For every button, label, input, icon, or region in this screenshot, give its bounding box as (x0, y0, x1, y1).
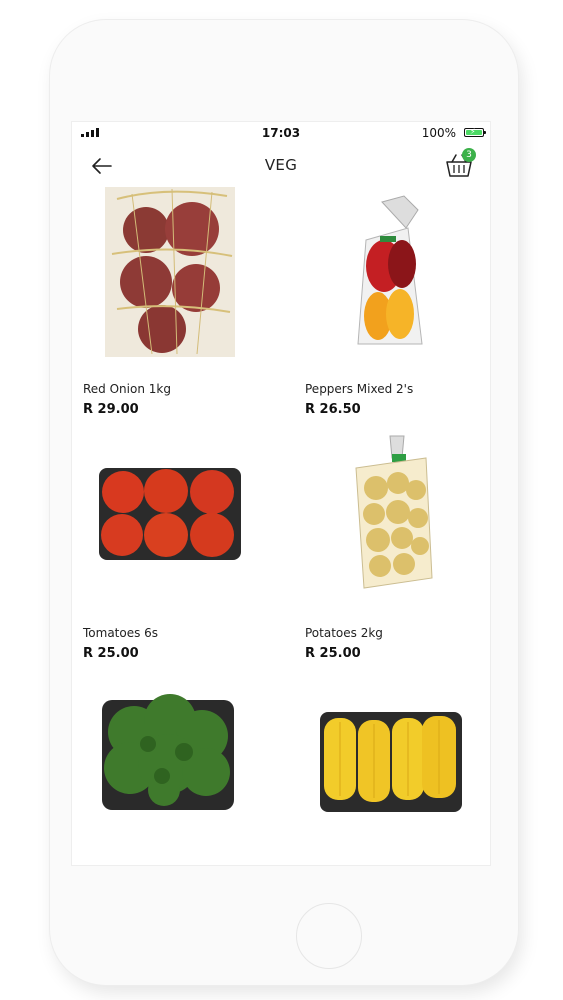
product-name: Peppers Mixed 2's (305, 382, 414, 396)
cart-button[interactable]: 3 (444, 148, 476, 180)
tomatoes-image (99, 468, 241, 560)
product-name: Red Onion 1kg (83, 382, 171, 396)
app-screen: 17:03 100% ⚡ VEG 3 Red Onion 1kg R 29.00… (72, 122, 490, 865)
product-name: Tomatoes 6s (83, 626, 159, 640)
corn-image (320, 712, 462, 812)
broccoli-image (102, 694, 234, 810)
battery-percent: 100% (421, 126, 456, 140)
product-price: R 25.00 (83, 646, 139, 661)
home-button[interactable] (296, 903, 362, 969)
potatoes-image (355, 435, 433, 589)
product-price: R 29.00 (83, 402, 139, 417)
product-price: R 26.50 (305, 402, 361, 417)
product-name: Potatoes 2kg (305, 626, 383, 640)
red-onion-image (105, 187, 235, 357)
peppers-image (357, 195, 423, 345)
page-title: VEG (264, 156, 298, 174)
product-price: R 25.00 (305, 646, 361, 661)
battery-icon: ⚡ (464, 127, 486, 137)
app-bar: VEG 3 (72, 148, 490, 182)
cart-count-badge: 3 (462, 148, 476, 162)
status-bar: 17:03 100% ⚡ (72, 122, 490, 142)
